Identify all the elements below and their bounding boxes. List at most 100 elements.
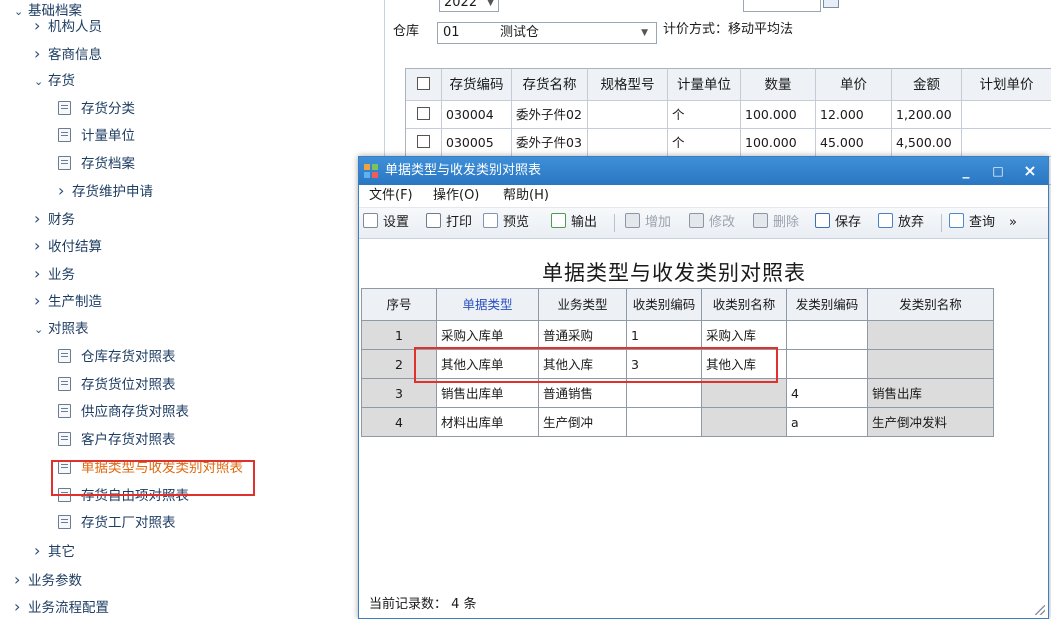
toolbar-button-7[interactable]: 保存 <box>815 208 861 238</box>
voucher-cell[interactable]: 个 <box>668 101 741 129</box>
warehouse-select[interactable]: 01 测试仓 ▼ <box>437 22 657 44</box>
tree-item-10[interactable]: › 生产制造 <box>34 289 102 313</box>
tree-item-18[interactable]: 存货工厂对照表 <box>58 511 176 535</box>
table-row[interactable]: 1 采购入库单 普通采购 1 采购入库 <box>362 321 994 350</box>
toolbar-button-4[interactable]: 增加 <box>625 208 671 238</box>
menu-operation[interactable]: 操作(O) <box>433 185 479 207</box>
voucher-cell[interactable]: 个 <box>668 129 741 157</box>
table-cell[interactable]: 销售出库单 <box>437 379 539 408</box>
toolbar-button-6[interactable]: 删除 <box>753 208 799 238</box>
toolbar-button-0[interactable]: 设置 <box>363 208 409 238</box>
voucher-cell[interactable]: 45.000 <box>816 129 892 157</box>
tree-item-14[interactable]: 供应商存货对照表 <box>58 400 189 424</box>
table-cell[interactable] <box>627 408 702 437</box>
tree-item-13[interactable]: 存货货位对照表 <box>58 373 176 397</box>
tree-item-1[interactable]: › 客商信息 <box>34 42 102 66</box>
checkbox-icon[interactable] <box>417 135 430 148</box>
grid-column-header[interactable]: 收类别名称 <box>702 289 787 321</box>
table-cell[interactable] <box>702 379 787 408</box>
toolbar-overflow-button[interactable]: » <box>1009 208 1017 238</box>
tree-item-8[interactable]: › 收付结算 <box>34 234 102 258</box>
tree-top-item-1[interactable]: › 业务流程配置 <box>14 595 109 617</box>
grid-column-header[interactable]: 序号 <box>362 289 437 321</box>
voucher-cell[interactable]: 1,200.00 <box>892 101 962 129</box>
tree-item-0[interactable]: › 机构人员 <box>34 14 102 38</box>
grid-column-header[interactable]: 发类别编码 <box>787 289 868 321</box>
toolbar-button-2[interactable]: 预览 <box>483 208 529 238</box>
table-cell[interactable] <box>787 350 868 379</box>
toolbar-button-1[interactable]: 打印 <box>426 208 472 238</box>
resize-grip-icon[interactable] <box>1035 605 1045 615</box>
row-checkbox[interactable] <box>406 101 442 129</box>
voucher-cell[interactable]: 委外子件02 <box>512 101 588 129</box>
table-cell[interactable]: 采购入库单 <box>437 321 539 350</box>
tree-item-5[interactable]: 存货档案 <box>58 152 135 176</box>
voucher-row[interactable]: 030005 委外子件03 个 100.000 45.000 4,500.00 <box>406 129 1051 157</box>
voucher-cell[interactable]: 030005 <box>442 129 512 157</box>
grid-column-header[interactable]: 发类别名称 <box>868 289 994 321</box>
checkbox-icon[interactable] <box>417 77 430 90</box>
table-row[interactable]: 3 销售出库单 普通销售 4 销售出库 <box>362 379 994 408</box>
tree-item-2[interactable]: ⌄ 存货 <box>34 69 75 93</box>
table-cell[interactable]: 生产倒冲发料 <box>868 408 994 437</box>
tree-item-19[interactable]: › 其它 <box>34 539 75 563</box>
table-cell[interactable]: 采购入库 <box>702 321 787 350</box>
toolbar-button-5[interactable]: 修改 <box>689 208 735 238</box>
close-button[interactable]: × <box>1014 157 1046 185</box>
tree-item-9[interactable]: › 业务 <box>34 262 75 286</box>
tree-item-7[interactable]: › 财务 <box>34 207 75 231</box>
table-row[interactable]: 4 材料出库单 生产倒冲 a 生产倒冲发料 <box>362 408 994 437</box>
tree-item-15[interactable]: 客户存货对照表 <box>58 428 176 452</box>
tree-item-11[interactable]: ⌄ 对照表 <box>34 317 89 341</box>
table-cell[interactable] <box>868 350 994 379</box>
voucher-cell[interactable]: 委外子件03 <box>512 129 588 157</box>
voucher-cell[interactable]: 100.000 <box>741 129 816 157</box>
voucher-cell[interactable] <box>588 101 668 129</box>
grid-column-header[interactable]: 业务类型 <box>539 289 627 321</box>
table-cell[interactable]: 销售出库 <box>868 379 994 408</box>
table-cell[interactable]: 生产倒冲 <box>539 408 627 437</box>
menu-file[interactable]: 文件(F) <box>369 185 413 207</box>
year-select[interactable]: 2022 ▼ <box>439 0 499 12</box>
tree-item-4[interactable]: 计量单位 <box>58 124 135 148</box>
minimize-button[interactable]: _ <box>950 157 982 185</box>
table-cell[interactable]: 1 <box>627 321 702 350</box>
voucher-cell[interactable]: 4,500.00 <box>892 129 962 157</box>
toolbar-button-8[interactable]: 放弃 <box>878 208 924 238</box>
table-cell[interactable] <box>787 321 868 350</box>
tree-item-12[interactable]: 仓库存货对照表 <box>58 345 176 369</box>
dialog-titlebar[interactable]: 单据类型与收发类别对照表 _ □ × <box>359 157 1048 185</box>
document-icon <box>58 515 71 529</box>
chevron-right-icon: › <box>34 541 41 560</box>
table-cell[interactable] <box>627 379 702 408</box>
table-cell[interactable]: 普通销售 <box>539 379 627 408</box>
menu-help[interactable]: 帮助(H) <box>503 185 549 207</box>
table-cell[interactable] <box>702 408 787 437</box>
toolbar-button-9[interactable]: 查询 <box>949 208 995 238</box>
table-cell[interactable]: 4 <box>787 379 868 408</box>
checkbox-icon[interactable] <box>417 107 430 120</box>
voucher-cell[interactable] <box>962 101 1051 129</box>
voucher-cell[interactable]: 100.000 <box>741 101 816 129</box>
toolbar-button-3[interactable]: 输出 <box>551 208 597 238</box>
voucher-cell[interactable]: 12.000 <box>816 101 892 129</box>
maximize-button[interactable]: □ <box>982 157 1014 185</box>
tree-item-3[interactable]: 存货分类 <box>58 97 135 121</box>
calendar-icon[interactable] <box>823 0 839 8</box>
table-cell[interactable]: 材料出库单 <box>437 408 539 437</box>
grid-column-header[interactable]: 单据类型 <box>437 289 539 321</box>
voucher-cell[interactable] <box>588 129 668 157</box>
voucher-cell[interactable] <box>962 129 1051 157</box>
voucher-cell[interactable]: 030004 <box>442 101 512 129</box>
table-cell[interactable] <box>868 321 994 350</box>
tree-item-6[interactable]: › 存货维护申请 <box>58 179 153 203</box>
tree-top-item-0[interactable]: › 业务参数 <box>14 568 82 592</box>
row-checkbox[interactable] <box>406 129 442 157</box>
tree-item-label: 计量单位 <box>81 128 135 144</box>
date-field[interactable] <box>743 0 821 12</box>
voucher-row[interactable]: 030004 委外子件02 个 100.000 12.000 1,200.00 <box>406 101 1051 129</box>
table-cell[interactable]: a <box>787 408 868 437</box>
grid-column-header[interactable]: 收类别编码 <box>627 289 702 321</box>
select-all-checkbox[interactable] <box>406 69 442 101</box>
table-cell[interactable]: 普通采购 <box>539 321 627 350</box>
